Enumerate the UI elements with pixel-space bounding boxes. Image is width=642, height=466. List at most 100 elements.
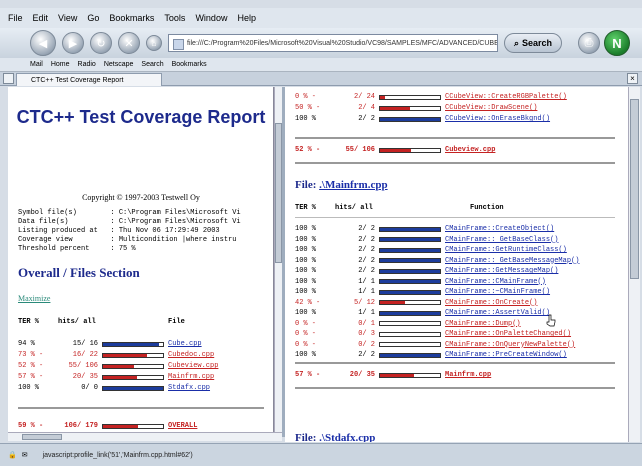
function-link[interactable]: CMainFrame::CMainFrame() (445, 278, 546, 286)
personal-link-radio[interactable]: Radio (78, 61, 96, 68)
function-link[interactable]: CMainFrame::OnQueryNewPalette() (445, 341, 575, 349)
function-header: TER % hits/ all Function (295, 204, 504, 212)
menu-item-bookmarks[interactable]: Bookmarks (109, 13, 154, 23)
sidebar-toggle-button[interactable] (3, 73, 14, 84)
ter-percent: 0 % - (295, 340, 317, 349)
files-header: TER % hits/ all File (18, 318, 185, 326)
function-link[interactable]: CMainFrame::OnCreate() (445, 299, 537, 307)
maximize-link[interactable]: Maximize (18, 294, 50, 303)
function-link[interactable]: CMainFrame::OnPaletteChanged() (445, 330, 571, 338)
function-link[interactable]: CMainFrame:: GetBaseClass() (445, 236, 558, 244)
ter-percent: 42 % - (295, 298, 321, 307)
ter-percent: 57 % - (295, 371, 321, 379)
personal-link-bookmarks[interactable]: Bookmarks (172, 61, 207, 68)
function-link[interactable]: CMainFrame::CreateObject() (445, 225, 554, 233)
function-link[interactable]: CMainFrame::AssertValid() (445, 309, 550, 317)
file-link[interactable]: Mainfrm.cpp (168, 373, 214, 381)
function-link[interactable]: CMainFrame:: GetBaseMessageMap() (445, 257, 579, 265)
coverage-bar-fill (103, 386, 163, 390)
menu-item-tools[interactable]: Tools (164, 13, 185, 23)
tab-ctc-report[interactable]: CTC++ Test Coverage Report (16, 73, 162, 86)
ter-percent: 52 % - (295, 146, 321, 154)
personal-toolbar: Mail Home Radio Netscape Search Bookmarks (0, 58, 642, 72)
file-link[interactable]: OVERALL (168, 422, 197, 430)
personal-link-netscape[interactable]: Netscape (104, 61, 134, 68)
mouse-cursor-icon (546, 314, 556, 327)
menu-item-go[interactable]: Go (87, 13, 99, 23)
function-link[interactable]: CMainFrame::~CMainFrame() (445, 288, 550, 296)
menu-item-window[interactable]: Window (195, 13, 227, 23)
forward-button[interactable]: ▶ (62, 32, 84, 54)
hits-value: 1/ 1 (358, 277, 375, 286)
hits-value: 1/ 1 (358, 288, 375, 296)
file-link[interactable]: Cubeview.cpp (445, 146, 495, 154)
copyright-text: Copyright © 1997-2003 Testwell Oy (82, 193, 200, 202)
hits-value: 20/ 35 (349, 371, 375, 379)
menu-item-edit[interactable]: Edit (33, 13, 49, 23)
ter-percent: 100 % (295, 277, 325, 286)
hits-value: 1/ 1 (358, 309, 375, 317)
left-horizontal-scrollbar[interactable] (8, 432, 282, 441)
print-button[interactable]: ⎙ (578, 32, 600, 54)
search-icon: ⌕ (513, 37, 519, 48)
function-row: 100 % 1/ 1 CMainFrame::~CMainFrame() (295, 287, 550, 297)
scroll-thumb[interactable] (22, 434, 62, 440)
reload-button[interactable]: ↻ (90, 32, 112, 54)
back-button[interactable]: ◀ (30, 30, 56, 56)
file-link[interactable]: Cube.cpp (168, 340, 202, 348)
url-field[interactable]: file:///C:/Program%20Files/Microsoft%20V… (168, 34, 498, 52)
ter-percent: 100 % (295, 235, 325, 244)
function-link[interactable]: CMainFrame::Dump() (445, 320, 521, 328)
coverage-bar-fill (380, 238, 440, 241)
hits-value: 0/ 3 (358, 330, 375, 338)
navigation-toolbar: ◀ ▶ ↻ ✕ ⌂ file:///C:/Program%20Files/Mic… (0, 28, 642, 58)
menu-item-file[interactable]: File (8, 13, 23, 23)
function-link[interactable]: CCubeView::DrawScene() (445, 104, 537, 112)
file-link[interactable]: Mainfrm.cpp (445, 371, 491, 379)
ter-percent: 57 % - (18, 373, 44, 381)
coverage-bar-fill (103, 375, 138, 379)
file-link[interactable]: Stdafx.cpp (168, 384, 210, 392)
hits-value: 15/ 16 (72, 340, 98, 348)
ter-percent: 59 % - (18, 422, 44, 430)
coverage-bar (379, 310, 441, 316)
function-link[interactable]: CMainFrame::PreCreateWindow() (445, 351, 567, 359)
hits-value: 2/ 4 (358, 104, 375, 112)
status-text: javascript:profile_link('51','Mainfrm.cp… (42, 451, 193, 459)
security-icon: 🔒 (8, 452, 17, 459)
menu-item-view[interactable]: View (58, 13, 77, 23)
function-link[interactable]: CMainFrame::GetRuntimeClass() (445, 246, 567, 254)
personal-link-home[interactable]: Home (51, 61, 70, 68)
right-vertical-scrollbar[interactable] (628, 87, 640, 442)
personal-link-search[interactable]: Search (141, 61, 163, 68)
divider-line (18, 407, 264, 409)
coverage-bar-fill (380, 248, 440, 252)
left-vertical-scrollbar[interactable] (274, 87, 282, 432)
menu-item-help[interactable]: Help (237, 13, 256, 23)
function-row: 100 % 2/ 2 CCubeView::OnEraseBkgnd() (295, 114, 550, 124)
coverage-bar (379, 258, 441, 263)
personal-link-mail[interactable]: Mail (30, 61, 43, 68)
stop-button[interactable]: ✕ (118, 32, 140, 54)
file-link[interactable]: Cubeview.cpp (168, 362, 218, 370)
mainfrm-file-heading: File: .\Mainfrm.cpp (295, 179, 388, 191)
coverage-bar (102, 363, 164, 369)
ter-percent: 0 % - (295, 319, 317, 328)
browser-window: File Edit View Go Bookmarks Tools Window Help ◀… (0, 0, 642, 466)
netscape-logo: N (604, 30, 630, 56)
coverage-bar-fill (380, 106, 410, 110)
scroll-thumb[interactable] (630, 99, 639, 279)
hits-value: 2/ 2 (358, 256, 375, 265)
ter-percent: 100 % (295, 225, 325, 233)
ter-percent: 100 % (295, 256, 325, 265)
coverage-bar-fill (380, 280, 440, 283)
search-button[interactable]: ⌕ Search (504, 33, 562, 53)
file-link[interactable]: Cubedoc.cpp (168, 351, 214, 359)
function-link[interactable]: CCubeView::CreateRGBPalette() (445, 93, 567, 101)
close-tab-button[interactable]: × (627, 73, 638, 84)
function-link[interactable]: CMainFrame::GetMessageMap() (445, 267, 558, 275)
info-line: Threshold percent : 75 % (18, 245, 136, 253)
function-link[interactable]: CCubeView::OnEraseBkgnd() (445, 115, 550, 123)
home-button[interactable]: ⌂ (146, 35, 162, 51)
scroll-thumb[interactable] (275, 123, 282, 263)
